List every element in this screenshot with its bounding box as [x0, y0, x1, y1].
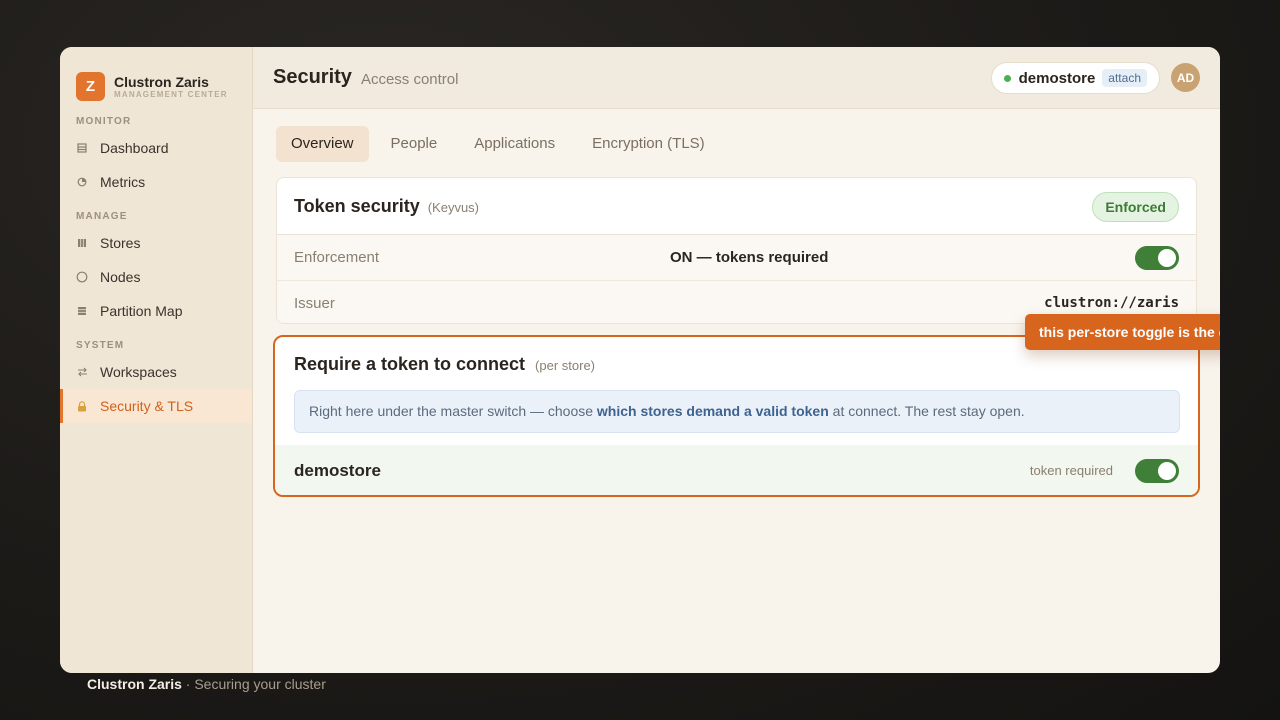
sidebar-item-workspaces[interactable]: Workspaces: [60, 355, 252, 389]
nav-section-monitor: MONITOR: [76, 116, 132, 127]
tab-overview[interactable]: Overview: [276, 126, 369, 162]
avatar[interactable]: AD: [1171, 63, 1200, 92]
require-token-card: Require a token to connect (per store) R…: [273, 335, 1200, 497]
nav-section-manage: MANAGE: [76, 211, 128, 222]
footer-caption: Clustron Zaris · Securing your cluster: [87, 676, 326, 692]
topbar: Security Access control demostore attach…: [253, 47, 1220, 109]
brand-logo: Z: [76, 72, 105, 101]
callout-tooltip: this per-store toggle is the data-plane …: [1025, 314, 1220, 350]
callout-text: this per-store toggle is the data-plane …: [1039, 324, 1220, 340]
page-subtitle: Access control: [360, 70, 459, 88]
token-security-header: Token security (Keyvus) Enforced: [277, 178, 1196, 235]
page-title: Security: [273, 66, 352, 88]
sidebar-item-label: Partition Map: [100, 303, 183, 319]
require-token-tag: (per store): [535, 358, 596, 373]
stores-icon: [76, 237, 88, 249]
sidebar-item-nodes[interactable]: Nodes: [60, 260, 252, 294]
dashboard-icon: [76, 142, 88, 154]
sidebar-item-label: Metrics: [100, 174, 146, 190]
main-content: Security Access control demostore attach…: [253, 47, 1220, 673]
sidebar-item-stores[interactable]: Stores: [60, 226, 252, 260]
store-row-status: token required: [1029, 463, 1113, 478]
attach-button[interactable]: attach: [1102, 69, 1147, 87]
sidebar-item-metrics[interactable]: Metrics: [60, 165, 252, 199]
footer-text: · Securing your cluster: [181, 676, 326, 692]
info-box: Right here under the master switch — cho…: [294, 390, 1180, 433]
issuer-value: clustron://zaris: [1044, 295, 1179, 311]
sidebar-item-partition-map[interactable]: Partition Map: [60, 294, 252, 328]
sidebar-item-label: Dashboard: [100, 140, 169, 156]
sidebar-item-label: Nodes: [100, 269, 141, 285]
enforcement-row: Enforcement ON — tokens required: [277, 235, 1196, 280]
app-window: Z Clustron Zaris MANAGEMENT CENTER MONIT…: [60, 47, 1220, 673]
info-text-bold: which stores demand a valid token: [596, 403, 829, 419]
sidebar-item-label: Stores: [100, 235, 141, 251]
enforcement-value: ON — tokens required: [670, 249, 829, 266]
require-token-title: Require a token to connect: [294, 354, 526, 374]
sidebar-item-label: Security & TLS: [100, 398, 194, 414]
token-security-tag: (Keyvus): [427, 199, 480, 215]
sidebar: Z Clustron Zaris MANAGEMENT CENTER MONIT…: [60, 47, 253, 673]
nodes-icon: [76, 271, 88, 283]
store-row-name: demostore: [294, 460, 381, 480]
sidebar-item-security-tls[interactable]: Security & TLS: [60, 389, 252, 423]
issuer-label: Issuer: [294, 294, 335, 312]
store-token-row: demostore token required: [275, 445, 1198, 495]
metrics-icon: [76, 176, 88, 188]
nav-section-system: SYSTEM: [76, 340, 125, 351]
brand-subtitle: MANAGEMENT CENTER: [114, 89, 228, 99]
sidebar-item-dashboard[interactable]: Dashboard: [60, 131, 252, 165]
info-text-suffix: at connect. The rest stay open.: [828, 403, 1025, 419]
token-security-title: Token security: [294, 195, 420, 216]
enforcement-label: Enforcement: [294, 249, 380, 266]
lock-icon: [76, 400, 88, 412]
tab-bar: Overview People Applications Encryption …: [276, 126, 727, 162]
store-status-dot: [1003, 74, 1011, 82]
enforcement-toggle[interactable]: [1135, 245, 1179, 270]
tab-people[interactable]: People: [376, 126, 453, 162]
store-selector[interactable]: demostore attach: [990, 62, 1160, 94]
info-text-prefix: Right here under the master switch — cho…: [309, 403, 597, 419]
workspaces-icon: [76, 366, 88, 378]
brand[interactable]: Z Clustron Zaris MANAGEMENT CENTER: [60, 47, 252, 109]
tab-encryption-tls[interactable]: Encryption (TLS): [577, 126, 720, 162]
status-badge: Enforced: [1092, 192, 1179, 222]
token-security-card: Token security (Keyvus) Enforced Enforce…: [276, 177, 1197, 324]
store-name: demostore: [1018, 69, 1096, 87]
store-token-toggle[interactable]: [1135, 458, 1179, 483]
brand-name: Clustron Zaris: [114, 73, 209, 90]
footer-brand: Clustron Zaris: [87, 676, 182, 692]
partition-map-icon: [76, 305, 88, 317]
tab-applications[interactable]: Applications: [459, 126, 570, 162]
sidebar-item-label: Workspaces: [100, 364, 177, 380]
